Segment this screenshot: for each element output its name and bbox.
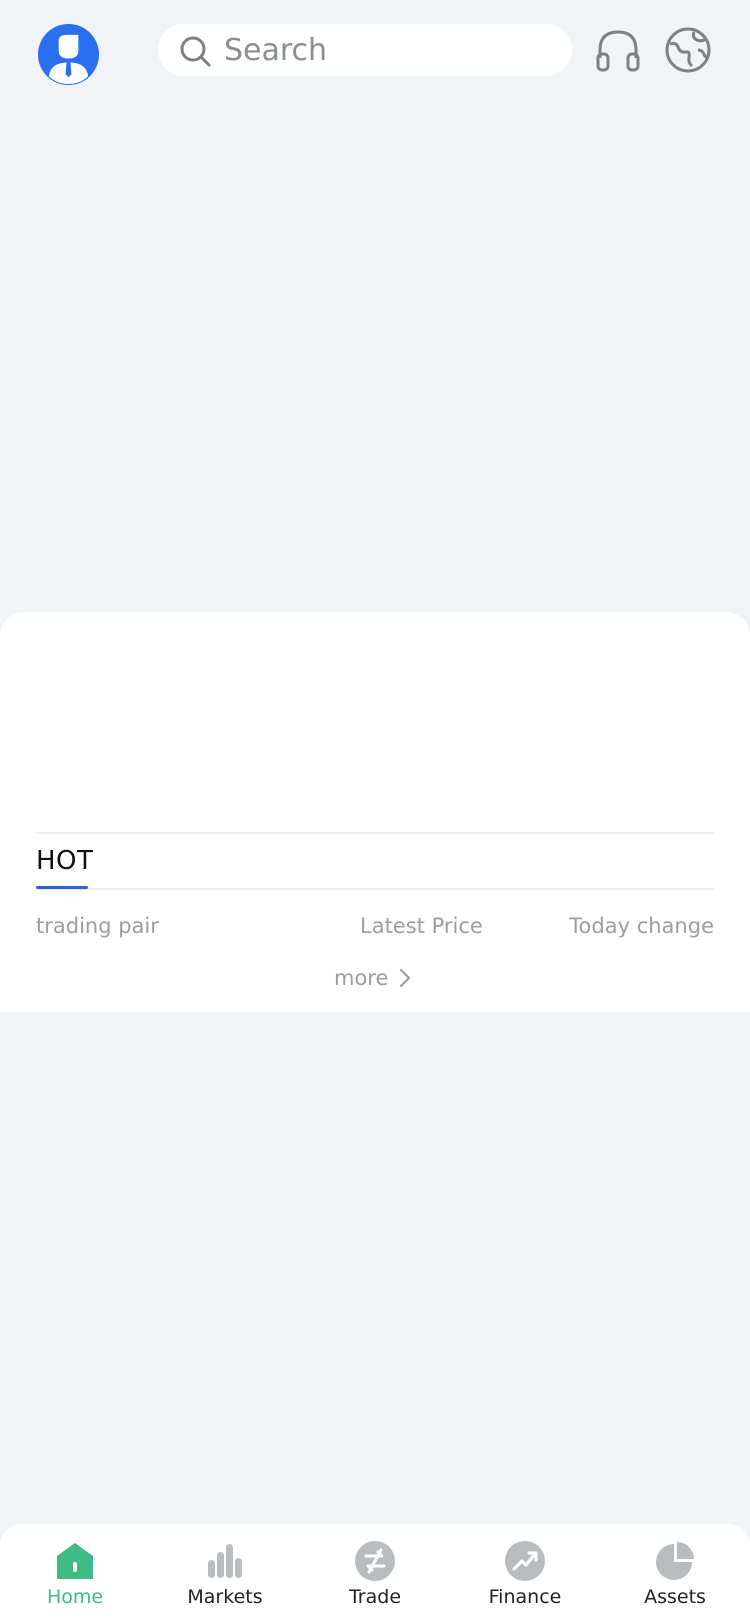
column-header-latest-price: Latest Price bbox=[360, 914, 483, 938]
bottom-tab-bar: Home Markets Trade Finance Assets bbox=[0, 1524, 750, 1624]
search-input[interactable] bbox=[224, 24, 554, 76]
tab-label: Trade bbox=[348, 1586, 402, 1608]
tab-markets[interactable]: Markets bbox=[150, 1524, 300, 1624]
more-link[interactable]: more bbox=[334, 962, 412, 994]
active-tab-indicator bbox=[36, 886, 88, 889]
hot-market-card: HOT trading pair Latest Price Today chan… bbox=[0, 612, 750, 1012]
divider bbox=[36, 832, 714, 834]
tab-label: Finance bbox=[488, 1586, 562, 1608]
tab-finance[interactable]: Finance bbox=[450, 1524, 600, 1624]
pie-chart-icon bbox=[656, 1542, 694, 1580]
avatar-icon[interactable] bbox=[37, 23, 100, 86]
chevron-right-icon bbox=[400, 968, 411, 988]
trade-icon bbox=[355, 1541, 395, 1581]
tab-assets[interactable]: Assets bbox=[600, 1524, 750, 1624]
tab-label: Home bbox=[46, 1586, 104, 1608]
divider bbox=[36, 888, 714, 890]
bar-chart-icon bbox=[208, 1544, 242, 1578]
tab-trade[interactable]: Trade bbox=[300, 1524, 450, 1624]
trend-up-icon bbox=[505, 1541, 545, 1581]
tab-home[interactable]: Home bbox=[0, 1524, 150, 1624]
more-label: more bbox=[334, 966, 389, 990]
column-header-today-change: Today change bbox=[569, 914, 714, 938]
top-bar bbox=[0, 0, 750, 100]
tab-label: Markets bbox=[187, 1586, 263, 1608]
tab-label: Assets bbox=[644, 1586, 706, 1608]
tab-hot[interactable]: HOT bbox=[36, 846, 93, 876]
search-icon bbox=[180, 36, 211, 67]
headset-icon[interactable] bbox=[595, 28, 641, 72]
home-icon bbox=[57, 1543, 93, 1579]
search-bar[interactable] bbox=[158, 24, 572, 76]
globe-icon[interactable] bbox=[664, 26, 712, 74]
column-header-trading-pair: trading pair bbox=[36, 914, 159, 938]
